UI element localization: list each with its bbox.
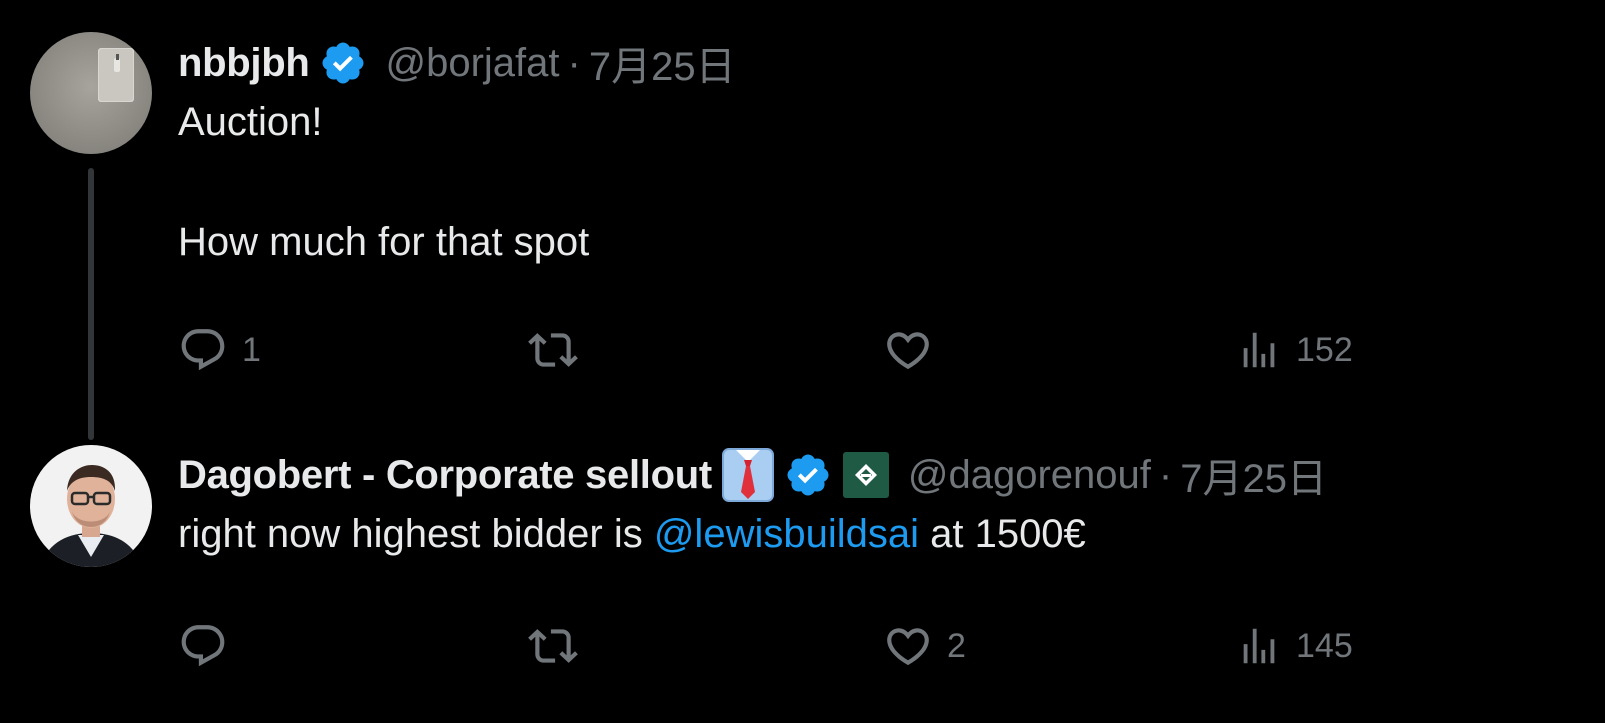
mention-link[interactable]: @lewisbuildsai (654, 512, 919, 556)
reply-button[interactable] (178, 616, 242, 676)
reply-button[interactable]: 1 (178, 320, 261, 380)
views-icon (1236, 623, 1282, 669)
views-button[interactable]: 152 (1236, 320, 1353, 380)
avatar-nbbjbh[interactable] (30, 32, 152, 154)
like-icon (883, 325, 933, 375)
retweet-icon (528, 325, 578, 375)
like-count: 2 (947, 626, 966, 665)
tweet-header: nbbjbh @borjafat · 7月25日 (178, 34, 1565, 92)
reply-icon (178, 621, 228, 671)
display-name[interactable]: nbbjbh (178, 41, 310, 86)
like-icon (883, 621, 933, 671)
avatar-dagobert[interactable] (30, 445, 152, 567)
tweet-text-before: right now highest bidder is (178, 512, 654, 556)
reply-icon (178, 325, 228, 375)
retweet-icon (528, 621, 578, 671)
tweet-text: Auction! How much for that spot (178, 92, 1565, 272)
handle[interactable]: @dagorenouf (908, 453, 1151, 498)
view-count: 152 (1296, 330, 1353, 369)
tweet-text: right now highest bidder is @lewisbuilds… (178, 504, 1565, 564)
views-button[interactable]: 145 (1236, 616, 1353, 676)
verified-badge-icon[interactable] (319, 39, 367, 87)
conversation-thread: nbbjbh @borjafat · 7月25日 Auction! How mu… (0, 0, 1605, 723)
reply-count: 1 (242, 330, 261, 369)
timestamp[interactable]: 7月25日 (1180, 446, 1327, 504)
tweet-text-line: Auction! (178, 100, 323, 144)
tweet[interactable]: nbbjbh @borjafat · 7月25日 Auction! How mu… (178, 34, 1565, 371)
separator-dot: · (567, 40, 581, 85)
thread-connector-line (88, 168, 94, 440)
affiliate-logo-icon[interactable] (842, 451, 890, 499)
shirt-tie-emoji (721, 448, 774, 502)
tweet-header: Dagobert - Corporate sellout @dagorenouf… (178, 446, 1565, 504)
separator-dot: · (1158, 452, 1173, 497)
tweet-text-line: How much for that spot (178, 220, 590, 264)
handle[interactable]: @borjafat (385, 41, 559, 86)
tweet-actions: 1 152 (178, 320, 1418, 380)
views-icon (1236, 327, 1282, 373)
timestamp[interactable]: 7月25日 (589, 34, 736, 92)
tweet-text-after: at 1500€ (918, 512, 1086, 556)
tweet-actions: 2 145 (178, 616, 1418, 676)
tweet[interactable]: Dagobert - Corporate sellout @dagorenouf… (178, 446, 1565, 667)
view-count: 145 (1296, 626, 1353, 665)
like-button[interactable] (883, 320, 947, 380)
retweet-button[interactable] (528, 320, 592, 380)
retweet-button[interactable] (528, 616, 592, 676)
verified-badge-icon[interactable] (784, 451, 832, 499)
display-name[interactable]: Dagobert - Corporate sellout (178, 453, 712, 498)
like-button[interactable]: 2 (883, 616, 966, 676)
